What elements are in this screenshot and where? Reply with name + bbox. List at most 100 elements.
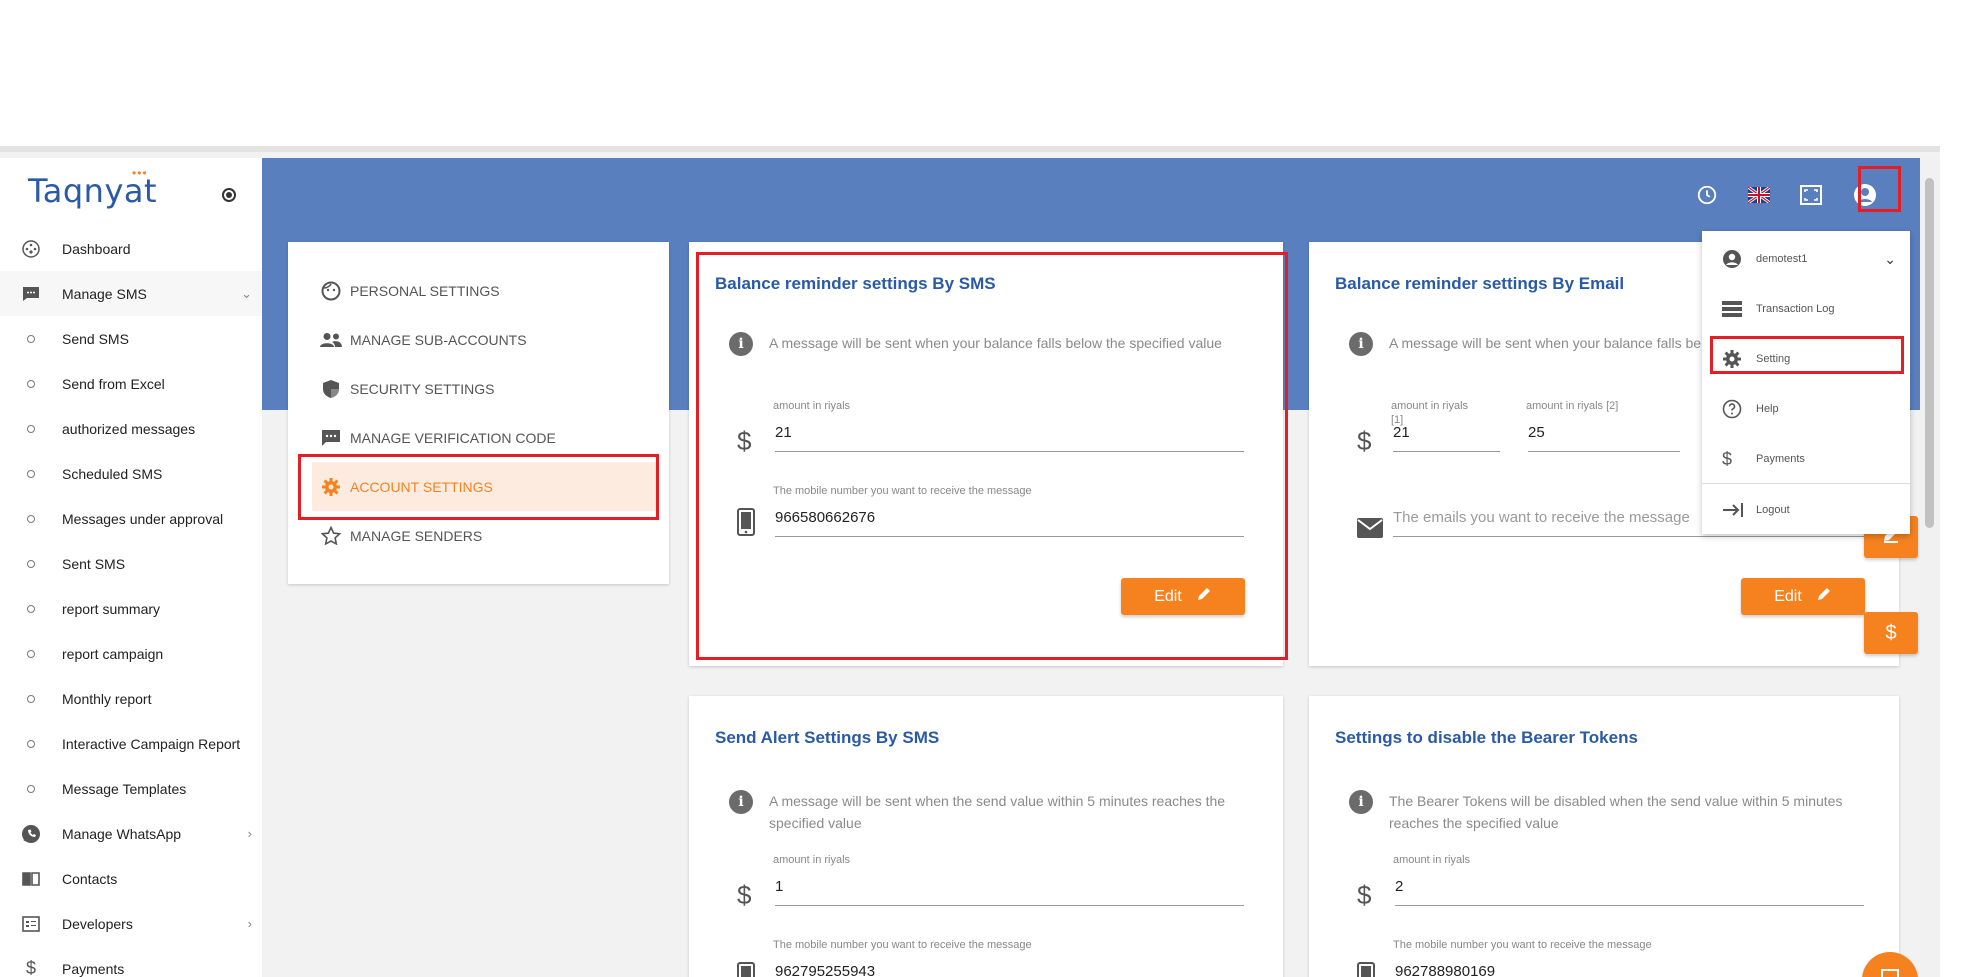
mobile-field[interactable]: The mobile number you want to receive th…: [773, 939, 1244, 977]
sidebar-item-label: Manage WhatsApp: [62, 825, 182, 842]
info-text: A message will be sent when the send val…: [769, 793, 1226, 831]
field-value: 25: [1528, 424, 1545, 441]
amount1-field[interactable]: amount in riyals [1] 21: [1391, 400, 1500, 452]
user-menu-transaction-log[interactable]: Transaction Log: [1722, 294, 1900, 324]
user-menu-setting[interactable]: Setting: [1722, 344, 1900, 374]
sidebar-toggle-icon[interactable]: [222, 188, 236, 202]
sidebar-item-payments[interactable]: $ Payments: [0, 946, 262, 977]
pencil-icon: [1196, 586, 1212, 607]
sidebar-subitem-send-from-excel[interactable]: Send from Excel: [0, 361, 262, 406]
bullet-icon: [0, 604, 62, 613]
field-label: amount in riyals: [773, 854, 851, 866]
field-value: 962795255943: [775, 963, 876, 977]
field-value: 966580662676: [775, 509, 876, 526]
menu-security-settings[interactable]: SECURITY SETTINGS: [312, 364, 656, 413]
gear-icon: [312, 477, 350, 497]
bullet-icon: [0, 469, 62, 478]
menu-personal-settings[interactable]: PERSONAL SETTINGS: [312, 266, 656, 315]
sidebar-item-label: Manage SMS: [62, 285, 147, 302]
chevron-right-icon: ›: [247, 826, 252, 841]
edit-button-label: Edit: [1774, 587, 1802, 605]
info-icon: i: [729, 332, 753, 356]
fullscreen-icon[interactable]: [1796, 180, 1826, 210]
sidebar-nav: Dashboard Manage SMS ⌄ Send SMS Send fro…: [0, 226, 262, 977]
sidebar-subitem-sent-sms[interactable]: Sent SMS: [0, 541, 262, 586]
menu-manage-verification-code[interactable]: MANAGE VERIFICATION CODE: [312, 413, 656, 462]
sidebar-subitem-authorized-messages[interactable]: authorized messages: [0, 406, 262, 451]
scrollbar-thumb[interactable]: [1925, 178, 1934, 528]
phone-icon: [1357, 962, 1375, 977]
field-label: amount in riyals: [1393, 854, 1471, 866]
menu-item-label: MANAGE SENDERS: [350, 527, 483, 544]
gear-icon: [1722, 349, 1756, 369]
amount-field[interactable]: amount in riyals 21: [773, 400, 1244, 452]
payments-fab-button[interactable]: $: [1864, 612, 1918, 654]
user-menu-label: Payments: [1756, 453, 1805, 465]
info-row: i The Bearer Tokens will be disabled whe…: [1349, 790, 1869, 834]
whatsapp-icon: [0, 824, 62, 844]
amount2-field[interactable]: amount in riyals [2] 25: [1526, 400, 1680, 452]
dollar-icon: $: [737, 426, 752, 456]
logout-icon: [1722, 502, 1756, 518]
sidebar-item-label: Monthly report: [62, 690, 152, 707]
menu-manage-sub-accounts[interactable]: MANAGE SUB-ACCOUNTS: [312, 315, 656, 364]
sms-alert-card: Send Alert Settings By SMS i A message w…: [689, 696, 1283, 977]
chevron-down-icon: ⌄: [1884, 250, 1896, 267]
vertical-scrollbar[interactable]: [1920, 158, 1940, 977]
user-menu-payments[interactable]: $ Payments: [1722, 444, 1900, 474]
user-menu-help[interactable]: Help: [1722, 394, 1900, 424]
menu-manage-senders[interactable]: MANAGE SENDERS: [312, 511, 656, 560]
sidebar-item-contacts[interactable]: Contacts: [0, 856, 262, 901]
logo-row: Taqnyat •••: [0, 158, 262, 226]
field-label: amount in riyals: [1391, 400, 1469, 412]
info-icon: i: [1349, 332, 1373, 356]
sidebar-subitem-report-summary[interactable]: report summary: [0, 586, 262, 631]
sidebar-item-label: report summary: [62, 600, 161, 617]
user-menu-label: Setting: [1756, 353, 1791, 365]
star-icon: [312, 525, 350, 546]
phone-icon: [737, 962, 755, 977]
field-label: The mobile number you want to receive th…: [773, 939, 1032, 951]
amount-field[interactable]: amount in riyals 2: [1393, 854, 1864, 906]
sidebar-item-dashboard[interactable]: Dashboard: [0, 226, 262, 271]
amount-field[interactable]: amount in riyals 1: [773, 854, 1244, 906]
account-circle-icon: [1722, 249, 1756, 269]
field-placeholder: The emails you want to receive the messa…: [1393, 509, 1690, 526]
user-menu-username[interactable]: demotest1 ⌄: [1722, 244, 1900, 274]
sidebar-item-developers[interactable]: Developers ›: [0, 901, 262, 946]
sidebar-item-label: Dashboard: [62, 240, 131, 257]
info-row: i A message will be sent when your balan…: [729, 332, 1253, 356]
sidebar-item-label: Messages under approval: [62, 510, 224, 527]
sidebar-item-label: Payments: [62, 960, 125, 977]
list-icon: [1722, 301, 1756, 317]
field-label: The mobile number you want to receive th…: [1393, 939, 1652, 951]
account-circle-icon[interactable]: [1850, 180, 1880, 210]
history-icon[interactable]: [1692, 180, 1722, 210]
sidebar-subitem-report-campaign[interactable]: report campaign: [0, 631, 262, 676]
field-value: 21: [775, 424, 792, 441]
info-text: The Bearer Tokens will be disabled when …: [1389, 793, 1843, 831]
sidebar-item-manage-sms[interactable]: Manage SMS ⌄: [0, 271, 262, 316]
sidebar-subitem-scheduled-sms[interactable]: Scheduled SMS: [0, 451, 262, 496]
app-window: Taqnyat ••• Dashboard Manage SMS ⌄ Send …: [0, 146, 1940, 977]
sidebar-subitem-send-sms[interactable]: Send SMS: [0, 316, 262, 361]
sidebar-subitem-message-templates[interactable]: Message Templates: [0, 766, 262, 811]
edit-button[interactable]: Edit: [1121, 578, 1245, 615]
mobile-field[interactable]: The mobile number you want to receive th…: [773, 485, 1244, 537]
sidebar-subitem-messages-under-approval[interactable]: Messages under approval: [0, 496, 262, 541]
mobile-field[interactable]: The mobile number you want to receive th…: [1393, 939, 1864, 977]
sidebar-item-label: report campaign: [62, 645, 164, 662]
sidebar-subitem-monthly-report[interactable]: Monthly report: [0, 676, 262, 721]
user-menu-label: Logout: [1756, 504, 1790, 516]
field-value: 962788980169: [1395, 963, 1496, 977]
user-menu-logout[interactable]: Logout: [1722, 495, 1900, 525]
menu-account-settings[interactable]: ACCOUNT SETTINGS: [312, 462, 656, 511]
dollar-icon: $: [1357, 880, 1372, 910]
sidebar-subitem-interactive-campaign-report[interactable]: Interactive Campaign Report: [0, 721, 262, 766]
bullet-icon: [0, 514, 62, 523]
sidebar-item-manage-whatsapp[interactable]: Manage WhatsApp ›: [0, 811, 262, 856]
bullet-icon: [0, 784, 62, 793]
edit-button[interactable]: Edit: [1741, 578, 1865, 615]
sidebar-item-label: Contacts: [62, 870, 118, 887]
uk-flag-icon[interactable]: [1744, 180, 1774, 210]
